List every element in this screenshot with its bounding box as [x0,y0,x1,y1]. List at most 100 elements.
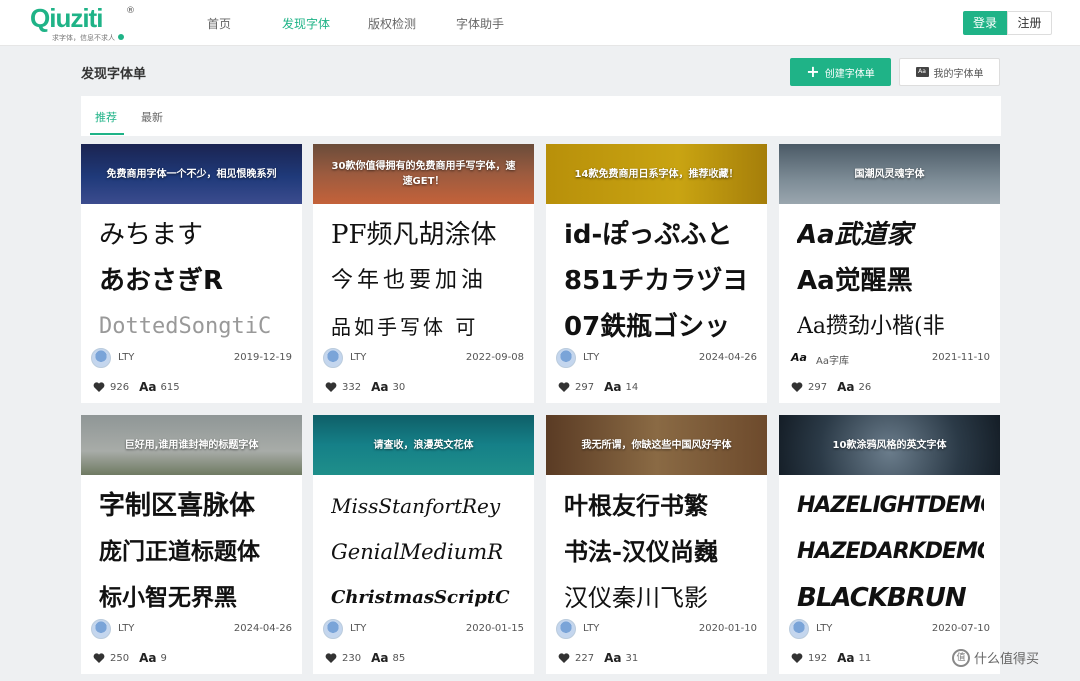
nav-discover-fonts[interactable]: 发现字体 [282,15,330,32]
font-sample: みちます [99,220,204,250]
card-meta: LTY 2022-09-08 [323,348,524,368]
plus-icon: + [806,62,820,81]
author-name[interactable]: LTY [350,623,366,634]
font-folder-icon: Aa [915,67,929,77]
card-date: 2021-11-10 [931,352,990,363]
card-meta: LTY 2024-04-26 [91,619,292,639]
tab-bar: 推荐 最新 [81,96,1001,136]
avatar[interactable] [323,619,343,639]
card-banner-title: 免费商用字体一个不少，相见恨晚系列 [106,168,277,180]
author-name[interactable]: LTY [816,623,832,634]
heart-icon[interactable] [791,381,803,393]
tab-recommended[interactable]: 推荐 [95,109,117,125]
avatar[interactable] [91,619,111,639]
my-font-lists-button[interactable]: Aa 我的字体单 [899,58,1000,86]
avatar[interactable] [323,348,343,368]
top-navigation-bar: Qiuziti ® 求字体，信息不求人 首页 发现字体 版权检测 字体助手 登录… [0,0,1080,46]
card-stats: 332 Aa 30 [325,379,405,395]
author-name[interactable]: LTY [118,352,134,363]
font-count: 615 [160,381,180,393]
card-date: 2024-04-26 [233,623,292,634]
font-list-card[interactable]: 国潮风灵魂字体 Aa武道家 Aa觉醒黑 Aa攒劲小楷(非 Aa Aa字库 202… [779,144,1000,403]
font-sample: Aa攒劲小楷(非 [797,314,945,339]
card-date: 2022-09-08 [465,352,524,363]
card-banner-title: 请查收，浪漫英文花体 [373,439,474,451]
card-stats: 297 Aa 14 [558,379,638,395]
heart-icon[interactable] [791,652,803,664]
font-sample: あおさぎR [99,266,224,296]
logo-registered-mark: ® [126,6,135,16]
card-meta: LTY 2020-07-10 [789,619,990,639]
card-meta: LTY 2020-01-10 [556,619,757,639]
card-meta: LTY 2020-01-15 [323,619,524,639]
heart-icon[interactable] [93,652,105,664]
like-count: 230 [342,652,362,664]
card-banner-title: 14款免费商用日系字体，推荐收藏！ [574,168,739,180]
avatar[interactable]: Aa [789,348,809,368]
watermark-logo-icon: 值 [952,648,970,667]
avatar[interactable] [789,619,809,639]
font-sample: MissStanfortRey [331,494,501,518]
create-font-list-label: 创建字体单 [824,68,875,80]
font-sample: 叶根友行书繁 [564,491,708,520]
like-count: 926 [110,381,130,393]
card-stats: 192 Aa 11 [791,650,871,666]
author-name[interactable]: LTY [350,352,366,363]
watermark-text: 什么值得买 [974,652,1040,667]
font-list-card[interactable]: 10款涂鸦风格的英文字体 HAZELIGHTDEMO HAZEDARKDEMO … [779,415,1000,674]
heart-icon[interactable] [558,652,570,664]
nav-copyright-check[interactable]: 版权检测 [368,15,416,32]
card-meta: LTY 2019-12-19 [91,348,292,368]
card-stats: 250 Aa 9 [93,650,167,666]
font-sample: Aa武道家 [797,220,913,250]
font-sample: 今年也要加油 [331,268,488,293]
heart-icon[interactable] [558,381,570,393]
logo-dot-icon [118,34,124,40]
heart-icon[interactable] [325,652,337,664]
card-banner-title: 巨好用,谁用谁封神的标题字体 [124,439,259,451]
heart-icon[interactable] [93,381,105,393]
author-name[interactable]: Aa字库 [816,352,849,367]
font-preview: MissStanfortRey GenialMediumR ChristmasS… [313,475,534,615]
font-preview: PF频凡胡涂体 今年也要加油 品如手写体 可 [313,204,534,344]
font-preview: id-ぽっぷふと 851チカラヅヨ 07鉄瓶ゴシッ [546,204,767,344]
logo-text: Qiuziti [30,3,103,33]
author-name[interactable]: LTY [118,623,134,634]
font-preview: 叶根友行书繁 书法-汉仪尚巍 汉仪秦川飞影 [546,475,767,615]
font-count: 14 [625,381,639,393]
create-font-list-button[interactable]: + 创建字体单 [790,58,891,86]
like-count: 192 [808,652,828,664]
register-button[interactable]: 注册 [1007,11,1052,35]
my-font-lists-label: 我的字体单 [933,68,984,80]
card-banner: 10款涂鸦风格的英文字体 [779,415,1000,475]
font-sample: HAZELIGHTDEMO [797,493,984,518]
card-banner: 巨好用,谁用谁封神的标题字体 [81,415,302,475]
font-count: 31 [625,652,639,664]
font-list-card[interactable]: 30款你值得拥有的免费商用手写字体，速速GET！ PF频凡胡涂体 今年也要加油 … [313,144,534,403]
login-button[interactable]: 登录 [963,11,1007,35]
heart-icon[interactable] [325,381,337,393]
site-logo[interactable]: Qiuziti ® 求字体，信息不求人 [30,3,140,43]
avatar[interactable] [91,348,111,368]
font-count-icon: Aa [371,651,389,665]
author-name[interactable]: LTY [583,623,599,634]
nav-font-assistant[interactable]: 字体助手 [456,15,504,32]
author-name[interactable]: LTY [583,352,599,363]
like-count: 227 [575,652,595,664]
card-banner-title: 10款涂鸦风格的英文字体 [832,439,947,451]
font-list-card[interactable]: 免费商用字体一个不少，相见恨晚系列 みちます あおさぎR DottedSongt… [81,144,302,403]
avatar[interactable] [556,619,576,639]
font-list-card[interactable]: 巨好用,谁用谁封神的标题字体 字制区喜脉体 庞门正道标题体 标小智无界黑 LTY… [81,415,302,674]
font-list-card[interactable]: 14款免费商用日系字体，推荐收藏！ id-ぽっぷふと 851チカラヅヨ 07鉄瓶… [546,144,767,403]
font-count-icon: Aa [604,380,622,394]
font-preview: みちます あおさぎR DottedSongtiC [81,204,302,344]
card-banner-title: 国潮风灵魂字体 [854,168,925,180]
font-sample: HAZEDARKDEMO [797,539,984,564]
font-count: 26 [858,381,872,393]
card-stats: 926 Aa 615 [93,379,180,395]
tab-latest[interactable]: 最新 [141,109,163,125]
nav-home[interactable]: 首页 [207,15,231,32]
avatar[interactable] [556,348,576,368]
font-list-card[interactable]: 请查收，浪漫英文花体 MissStanfortRey GenialMediumR… [313,415,534,674]
font-list-card[interactable]: 我无所谓，你缺这些中国风好字体 叶根友行书繁 书法-汉仪尚巍 汉仪秦川飞影 LT… [546,415,767,674]
